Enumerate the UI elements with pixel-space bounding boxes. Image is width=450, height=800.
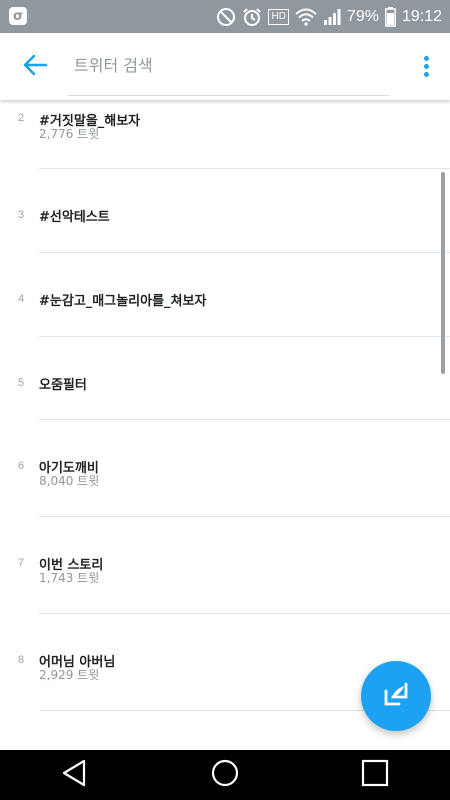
back-button[interactable] [20, 53, 50, 81]
trend-rank: 8 [18, 654, 25, 666]
nav-recents-button[interactable] [345, 750, 405, 800]
trends-list[interactable]: 2 #거짓말을_해보자 2,776 트윗 3 #선악테스트 4 #눈감고_매그놀… [0, 100, 450, 750]
trend-count: 1,743 트윗 [39, 571, 100, 585]
do-not-disturb-icon [216, 7, 236, 27]
nav-back-button[interactable] [45, 750, 105, 800]
nav-recents-icon [360, 758, 390, 792]
signal-icon [323, 8, 341, 26]
battery-percent: 79% [346, 7, 379, 25]
more-options-button[interactable] [420, 52, 432, 80]
trend-rank: 6 [18, 460, 25, 472]
trend-item[interactable]: 4 #눈감고_매그놀리아를_쳐보자 [0, 253, 450, 337]
trend-name: #눈감고_매그놀리아를_쳐보자 [39, 294, 207, 309]
trend-count: 8,040 트윗 [39, 474, 100, 488]
more-vert-icon-dot [423, 63, 429, 69]
trend-item[interactable]: 6 아기도깨비 8,040 트윗 [0, 420, 450, 517]
battery-icon [385, 6, 396, 27]
trend-item[interactable]: 5 오줌필터 [0, 337, 450, 420]
more-vert-icon-dot [423, 55, 429, 61]
trend-rank: 7 [18, 557, 25, 569]
status-icons: HD 79% 19:12 [216, 0, 442, 33]
trend-item[interactable]: 3 #선악테스트 [0, 169, 450, 253]
trend-rank: 5 [18, 377, 25, 389]
trend-rank: 4 [18, 293, 25, 305]
trend-name: 오줌필터 [39, 378, 87, 393]
nav-home-button[interactable] [195, 750, 255, 800]
trend-count: 2,776 트윗 [39, 127, 100, 141]
more-vert-icon-dot [423, 71, 429, 77]
navigation-bar [0, 750, 450, 800]
nav-back-icon [60, 758, 90, 792]
trend-item[interactable]: 2 #거짓말을_해보자 2,776 트윗 [0, 100, 450, 169]
wifi-icon [295, 8, 317, 26]
trend-name: #선악테스트 [39, 210, 110, 225]
status-bar: σ HD 79% 19:12 [0, 0, 450, 33]
search-input[interactable] [72, 51, 376, 79]
clock: 19:12 [401, 7, 442, 25]
search-field[interactable] [68, 33, 389, 96]
compose-tweet-button[interactable] [361, 661, 431, 731]
hd-icon: HD [268, 8, 289, 25]
compose-tweet-icon [381, 679, 411, 713]
trend-count: 2,929 트윗 [39, 668, 100, 682]
search-header [0, 33, 450, 100]
scrollbar[interactable] [441, 172, 445, 374]
nav-home-icon [210, 758, 240, 792]
trend-rank: 2 [18, 112, 25, 124]
back-arrow-icon [22, 54, 48, 80]
alarm-icon [242, 7, 262, 27]
trend-item[interactable]: 7 이번 스토리 1,743 트윗 [0, 517, 450, 614]
app-badge-icon: σ [9, 7, 27, 25]
trend-rank: 3 [18, 209, 25, 221]
